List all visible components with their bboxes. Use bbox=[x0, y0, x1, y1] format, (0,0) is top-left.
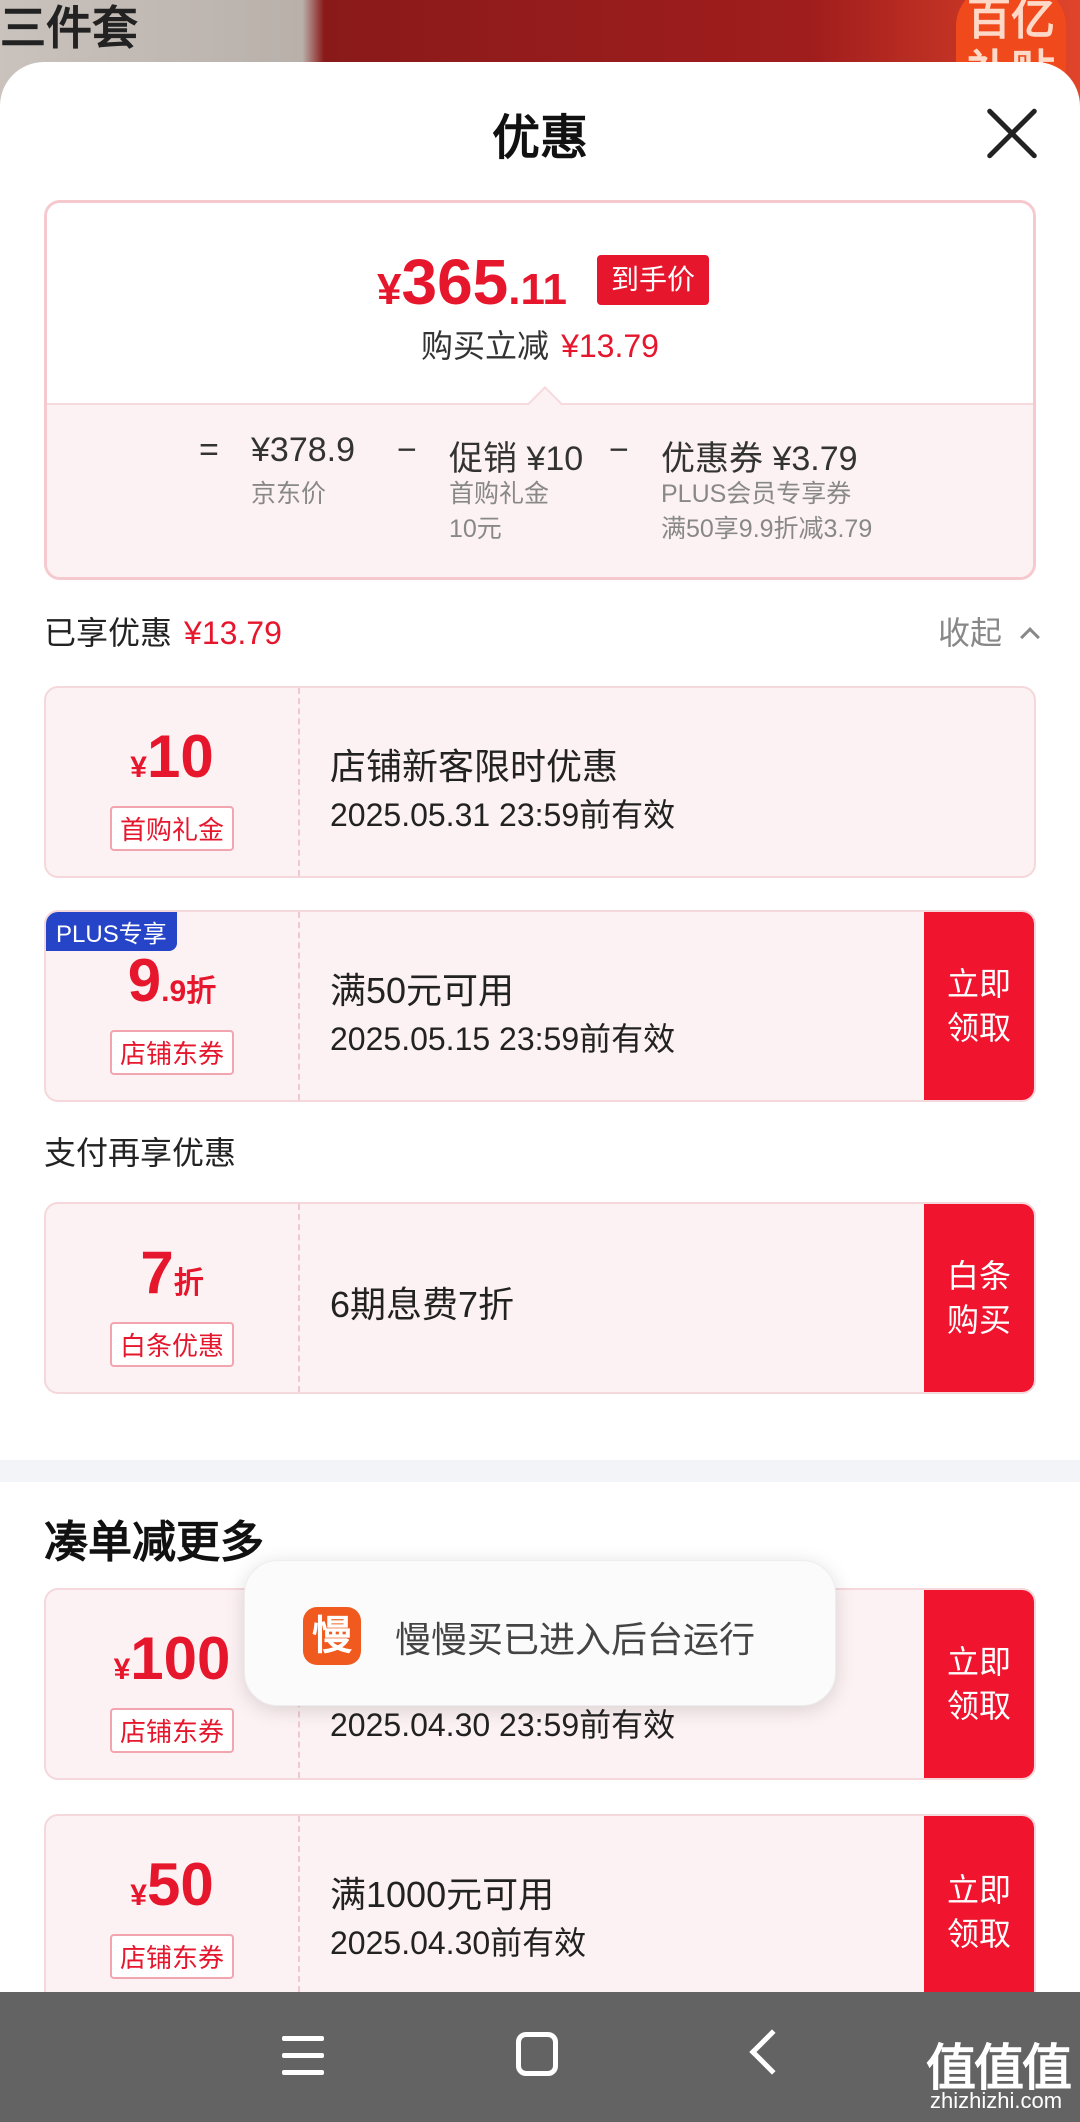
price-breakdown: = ¥378.9 京东价 − 促销 ¥10 首购礼金 10元 − 优惠券 ¥3.… bbox=[47, 403, 1033, 577]
pay-discount-header: 支付再享优惠 bbox=[44, 1135, 237, 1171]
breakdown-coupon: 优惠券 ¥3.79 bbox=[661, 440, 858, 478]
claim-coupon-button[interactable]: 立即领取 bbox=[924, 912, 1034, 1100]
coupon-yen: ¥ bbox=[113, 1653, 131, 1686]
coupon-type-tag: 首购礼金 bbox=[109, 806, 235, 851]
discount-sheet: 优惠 ¥365.11 到手价 购买立减 ¥13.79 = ¥378.9 京东价 −… bbox=[0, 62, 1080, 1992]
breakdown-coupon-label: PLUS会员专享券 bbox=[661, 480, 852, 508]
coupon-discount-suffix: .9折 bbox=[161, 975, 217, 1008]
coupon-name: 满1000元可用 bbox=[330, 1874, 555, 1915]
purchase-reduction: 购买立减 ¥13.79 bbox=[47, 321, 1033, 367]
background-run-toast: 慢 慢慢买已进入后台运行 bbox=[244, 1560, 836, 1706]
coupon-card-first-purchase: ¥10 首购礼金 店铺新客限时优惠 2025.05.31 23:59前有效 bbox=[44, 686, 1036, 878]
chevron-up-icon bbox=[1020, 627, 1040, 647]
coupon-yen: ¥ bbox=[130, 1879, 147, 1912]
breakdown-op-equals: = bbox=[199, 431, 219, 469]
enjoyed-discount-header: 已享优惠 ¥13.79 bbox=[44, 608, 282, 654]
coupon-discount-suffix: 折 bbox=[173, 1267, 204, 1300]
toast-message: 慢慢买已进入后台运行 bbox=[395, 1619, 756, 1660]
manmanmai-app-icon: 慢 bbox=[303, 1607, 361, 1665]
home-icon[interactable] bbox=[516, 2032, 558, 2076]
coupon-value-area: ¥50 店铺东券 bbox=[46, 1816, 298, 1992]
coupon-type-tag: 白条优惠 bbox=[109, 1322, 235, 1367]
coupon-validity: 2025.05.31 23:59前有效 bbox=[330, 797, 676, 833]
coupon-divider bbox=[298, 912, 300, 1100]
breakdown-jd-price: ¥378.9 bbox=[251, 431, 355, 469]
product-title-fragment: 三件套 bbox=[0, 2, 138, 54]
coupon-value: ¥10 bbox=[46, 722, 298, 791]
breakdown-jd-price-label: 京东价 bbox=[251, 480, 327, 508]
coupon-validity: 2025.05.15 23:59前有效 bbox=[330, 1021, 676, 1057]
breakdown-promotion: 促销 ¥10 bbox=[449, 440, 584, 478]
coupon-value: ¥50 bbox=[46, 1850, 298, 1919]
price-summary: ¥365.11 到手价 购买立减 ¥13.79 = ¥378.9 京东价 − 促销… bbox=[44, 200, 1036, 580]
price-symbol: ¥ bbox=[377, 265, 402, 314]
coupon-name: 满50元可用 bbox=[330, 970, 515, 1011]
coupon-discount: 7 bbox=[140, 1239, 174, 1306]
claim-coupon-button[interactable]: 立即领取 bbox=[924, 1816, 1034, 1992]
coupon-discount: 9 bbox=[127, 947, 162, 1014]
collapse-label: 收起 bbox=[938, 615, 1003, 651]
system-nav-bar bbox=[0, 1992, 1080, 2122]
coupon-type-tag: 店铺东券 bbox=[109, 1708, 235, 1753]
coupon-value: 7折 bbox=[46, 1238, 298, 1307]
coupon-name: 店铺新客限时优惠 bbox=[330, 746, 619, 787]
sheet-title: 优惠 bbox=[491, 112, 588, 165]
coupon-value-area: ¥10 首购礼金 bbox=[46, 688, 298, 876]
coupon-divider bbox=[298, 1816, 300, 1992]
plus-exclusive-badge: PLUS专享 bbox=[46, 912, 177, 951]
coupon-card-plus: 9.9折 店铺东券 PLUS专享 满50元可用 2025.05.15 23:59… bbox=[44, 910, 1036, 1102]
enjoyed-label: 已享优惠 bbox=[44, 615, 173, 651]
coupon-card-baitiao: 7折 白条优惠 6期息费7折 白条购买 bbox=[44, 1202, 1036, 1394]
coupon-divider bbox=[298, 688, 300, 876]
price-summary-top: ¥365.11 到手价 购买立减 ¥13.79 bbox=[47, 203, 1033, 403]
watermark-url: zhizhizhi.com bbox=[930, 2088, 1063, 2113]
breakdown-op-minus: − bbox=[397, 431, 417, 469]
section-gap bbox=[0, 1460, 1080, 1482]
coupon-description: 6期息费7折 bbox=[330, 1284, 515, 1325]
coupon-amount: 10 bbox=[146, 723, 214, 790]
price-integer: 365 bbox=[401, 246, 509, 318]
claim-coupon-button[interactable]: 立即领取 bbox=[924, 1590, 1034, 1778]
coupon-divider bbox=[298, 1204, 300, 1392]
final-price: ¥365.11 bbox=[377, 245, 567, 319]
coupon-type-tag: 店铺东券 bbox=[109, 1030, 235, 1075]
coupon-amount: 50 bbox=[146, 1851, 214, 1918]
coupon-value: 9.9折 bbox=[46, 946, 298, 1015]
reduction-label: 购买立减 bbox=[421, 328, 550, 364]
price-decimal: .11 bbox=[508, 265, 568, 314]
breakdown-coupon-detail: 满50享9.9折减3.79 bbox=[661, 515, 873, 543]
coupon-card-store-50: ¥50 店铺东券 满1000元可用 2025.04.30前有效 立即领取 bbox=[44, 1814, 1036, 1992]
coupon-yen: ¥ bbox=[130, 751, 147, 784]
reduction-amount: ¥13.79 bbox=[561, 328, 659, 364]
breakdown-op-minus-2: − bbox=[609, 431, 629, 469]
final-price-tag: 到手价 bbox=[597, 255, 710, 305]
menu-icon[interactable] bbox=[282, 2036, 324, 2076]
enjoyed-amount: ¥13.79 bbox=[184, 615, 282, 651]
coupon-validity: 2025.04.30前有效 bbox=[330, 1925, 587, 1961]
breakdown-promotion-label: 首购礼金 bbox=[449, 480, 550, 508]
close-icon[interactable] bbox=[984, 106, 1040, 162]
baitiao-buy-button[interactable]: 白条购买 bbox=[924, 1204, 1034, 1392]
collapse-button[interactable]: 收起 bbox=[938, 608, 1040, 654]
coupon-value-area: 7折 白条优惠 bbox=[46, 1204, 298, 1392]
coupon-amount: 100 bbox=[130, 1625, 231, 1692]
back-icon[interactable] bbox=[749, 2029, 795, 2075]
coupon-validity: 2025.04.30 23:59前有效 bbox=[330, 1707, 676, 1743]
more-deals-title: 凑单减更多 bbox=[44, 1518, 264, 1567]
coupon-type-tag: 店铺东券 bbox=[109, 1934, 235, 1979]
breakdown-promotion-detail: 10元 bbox=[449, 515, 502, 543]
